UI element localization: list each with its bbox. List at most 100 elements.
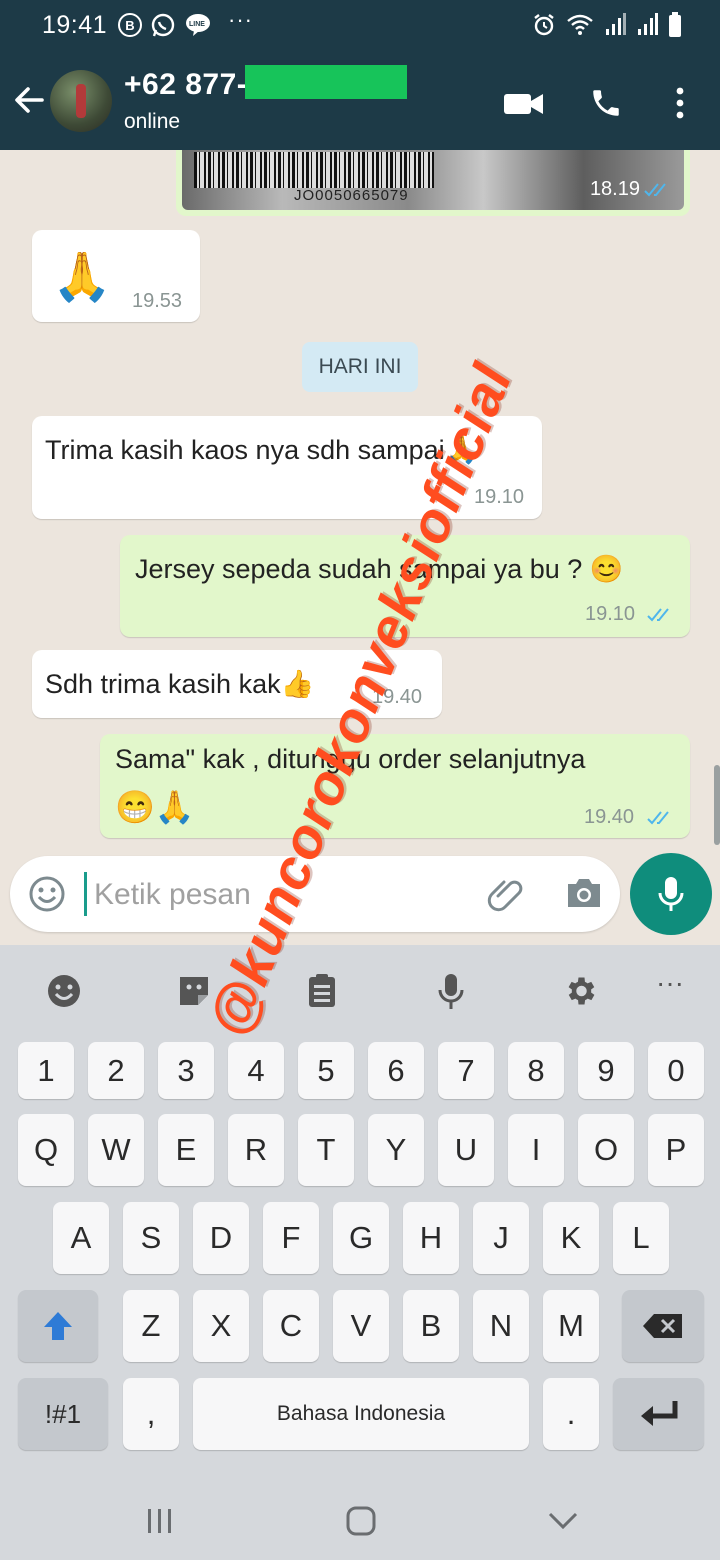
read-ticks-icon (647, 608, 669, 622)
key-f[interactable]: F (263, 1202, 319, 1274)
attach-icon[interactable] (486, 874, 526, 914)
incoming-message[interactable]: Sdh trima kasih kak👍 19.40 (32, 650, 442, 718)
key-0[interactable]: 0 (648, 1042, 704, 1099)
key-1[interactable]: 1 (18, 1042, 74, 1099)
key-v[interactable]: V (333, 1290, 389, 1362)
status-bar: 19:41 B LINE ··· (0, 0, 720, 52)
home-icon[interactable] (346, 1506, 376, 1536)
day-separator: HARI INI (302, 342, 418, 392)
key-k[interactable]: K (543, 1202, 599, 1274)
key-b[interactable]: B (403, 1290, 459, 1362)
emoji-icon[interactable] (28, 875, 66, 913)
whatsapp-notification-icon (151, 13, 175, 37)
wifi-icon (567, 14, 593, 35)
message-time: 19.40 (584, 806, 635, 828)
outgoing-message[interactable]: Jersey sepeda sudah sampai ya bu ? 😊 19.… (120, 535, 690, 637)
backspace-key[interactable] (622, 1290, 704, 1362)
signal-1-icon (606, 13, 626, 35)
redacted-number-block (245, 65, 408, 100)
key-2[interactable]: 2 (88, 1042, 144, 1099)
key-4[interactable]: 4 (228, 1042, 284, 1099)
battery-icon (669, 12, 681, 37)
key-6[interactable]: 6 (368, 1042, 424, 1099)
image-tracking-code: JO0050665079 (294, 187, 409, 204)
key-r[interactable]: R (228, 1114, 284, 1186)
enter-icon (640, 1401, 677, 1426)
message-time: 19.10 (585, 603, 636, 625)
message-time: 18.19 (589, 178, 640, 200)
key-u[interactable]: U (438, 1114, 494, 1186)
microphone-icon (658, 877, 684, 911)
key-3[interactable]: 3 (158, 1042, 214, 1099)
key-9[interactable]: 9 (578, 1042, 634, 1099)
incoming-message[interactable]: 🙏 19.53 (32, 230, 200, 322)
chat-area[interactable]: JO0050665079 18.19 🙏 19.53 HARI INI Trim… (0, 150, 720, 945)
message-time: 19.53 (132, 290, 183, 312)
key-t[interactable]: T (298, 1114, 354, 1186)
more-tools-icon[interactable]: ··· (656, 967, 684, 999)
contact-phone: +62 877- (124, 68, 248, 101)
key-y[interactable]: Y (368, 1114, 424, 1186)
status-time: 19:41 (42, 11, 108, 39)
keyboard-toolbar: ··· (0, 945, 720, 1037)
key-c[interactable]: C (263, 1290, 319, 1362)
key-n[interactable]: N (473, 1290, 529, 1362)
key-7[interactable]: 7 (438, 1042, 494, 1099)
incoming-message[interactable]: Trima kasih kaos nya sdh sampai🙏 19.10 (32, 416, 542, 519)
key-e[interactable]: E (158, 1114, 214, 1186)
key-w[interactable]: W (88, 1114, 144, 1186)
settings-gear-icon[interactable] (562, 973, 598, 1009)
key-i[interactable]: I (508, 1114, 564, 1186)
symbols-key[interactable]: !#1 (18, 1378, 108, 1450)
key-z[interactable]: Z (123, 1290, 179, 1362)
voice-call-icon[interactable] (589, 86, 623, 120)
sticker-icon[interactable] (176, 973, 212, 1009)
back-arrow-icon[interactable] (12, 80, 46, 120)
key-l[interactable]: L (613, 1202, 669, 1274)
clipboard-icon[interactable] (306, 973, 338, 1009)
message-text: Sama" kak , ditunggu order selanjutnya (115, 744, 586, 774)
line-notification-icon: LINE (186, 14, 210, 36)
key-h[interactable]: H (403, 1202, 459, 1274)
read-ticks-icon (647, 811, 669, 825)
voice-record-button[interactable] (630, 853, 712, 935)
contact-avatar[interactable] (50, 70, 112, 132)
key-8[interactable]: 8 (508, 1042, 564, 1099)
key-a[interactable]: A (53, 1202, 109, 1274)
shipping-label-image[interactable]: JO0050665079 18.19 (182, 150, 684, 210)
image-message[interactable]: JO0050665079 18.19 (176, 150, 690, 216)
back-nav-icon[interactable] (548, 1512, 578, 1530)
camera-icon[interactable] (564, 874, 604, 912)
contact-name[interactable]: +62 877- (124, 65, 408, 103)
shift-arrow-icon (44, 1312, 72, 1340)
video-call-icon[interactable] (504, 92, 544, 116)
more-notifications-icon: ··· (228, 7, 253, 32)
recent-apps-icon[interactable] (146, 1508, 174, 1534)
outgoing-message[interactable]: Sama" kak , ditunggu order selanjutnya 😁… (100, 734, 690, 838)
more-options-icon[interactable] (674, 86, 686, 120)
key-m[interactable]: M (543, 1290, 599, 1362)
enter-key[interactable] (613, 1378, 704, 1450)
scrollbar[interactable] (714, 765, 720, 845)
key-o[interactable]: O (578, 1114, 634, 1186)
message-text: Trima kasih kaos nya sdh sampai🙏 (45, 435, 479, 465)
key-s[interactable]: S (123, 1202, 179, 1274)
message-text: 🙏 (52, 251, 112, 304)
voice-input-icon[interactable] (438, 973, 464, 1011)
key-x[interactable]: X (193, 1290, 249, 1362)
message-input[interactable] (92, 870, 476, 920)
key-q[interactable]: Q (18, 1114, 74, 1186)
key-d[interactable]: D (193, 1202, 249, 1274)
chat-header: +62 877- online (0, 52, 720, 150)
emoji-keyboard-icon[interactable] (46, 973, 82, 1009)
system-icons (532, 12, 682, 38)
comma-key[interactable]: , (123, 1378, 179, 1450)
key-j[interactable]: J (473, 1202, 529, 1274)
shift-key[interactable] (18, 1290, 98, 1362)
key-g[interactable]: G (333, 1202, 389, 1274)
space-key[interactable]: Bahasa Indonesia (193, 1378, 529, 1450)
key-5[interactable]: 5 (298, 1042, 354, 1099)
message-text: Jersey sepeda sudah sampai ya bu ? 😊 (135, 554, 624, 584)
period-key[interactable]: . (543, 1378, 599, 1450)
key-p[interactable]: P (648, 1114, 704, 1186)
